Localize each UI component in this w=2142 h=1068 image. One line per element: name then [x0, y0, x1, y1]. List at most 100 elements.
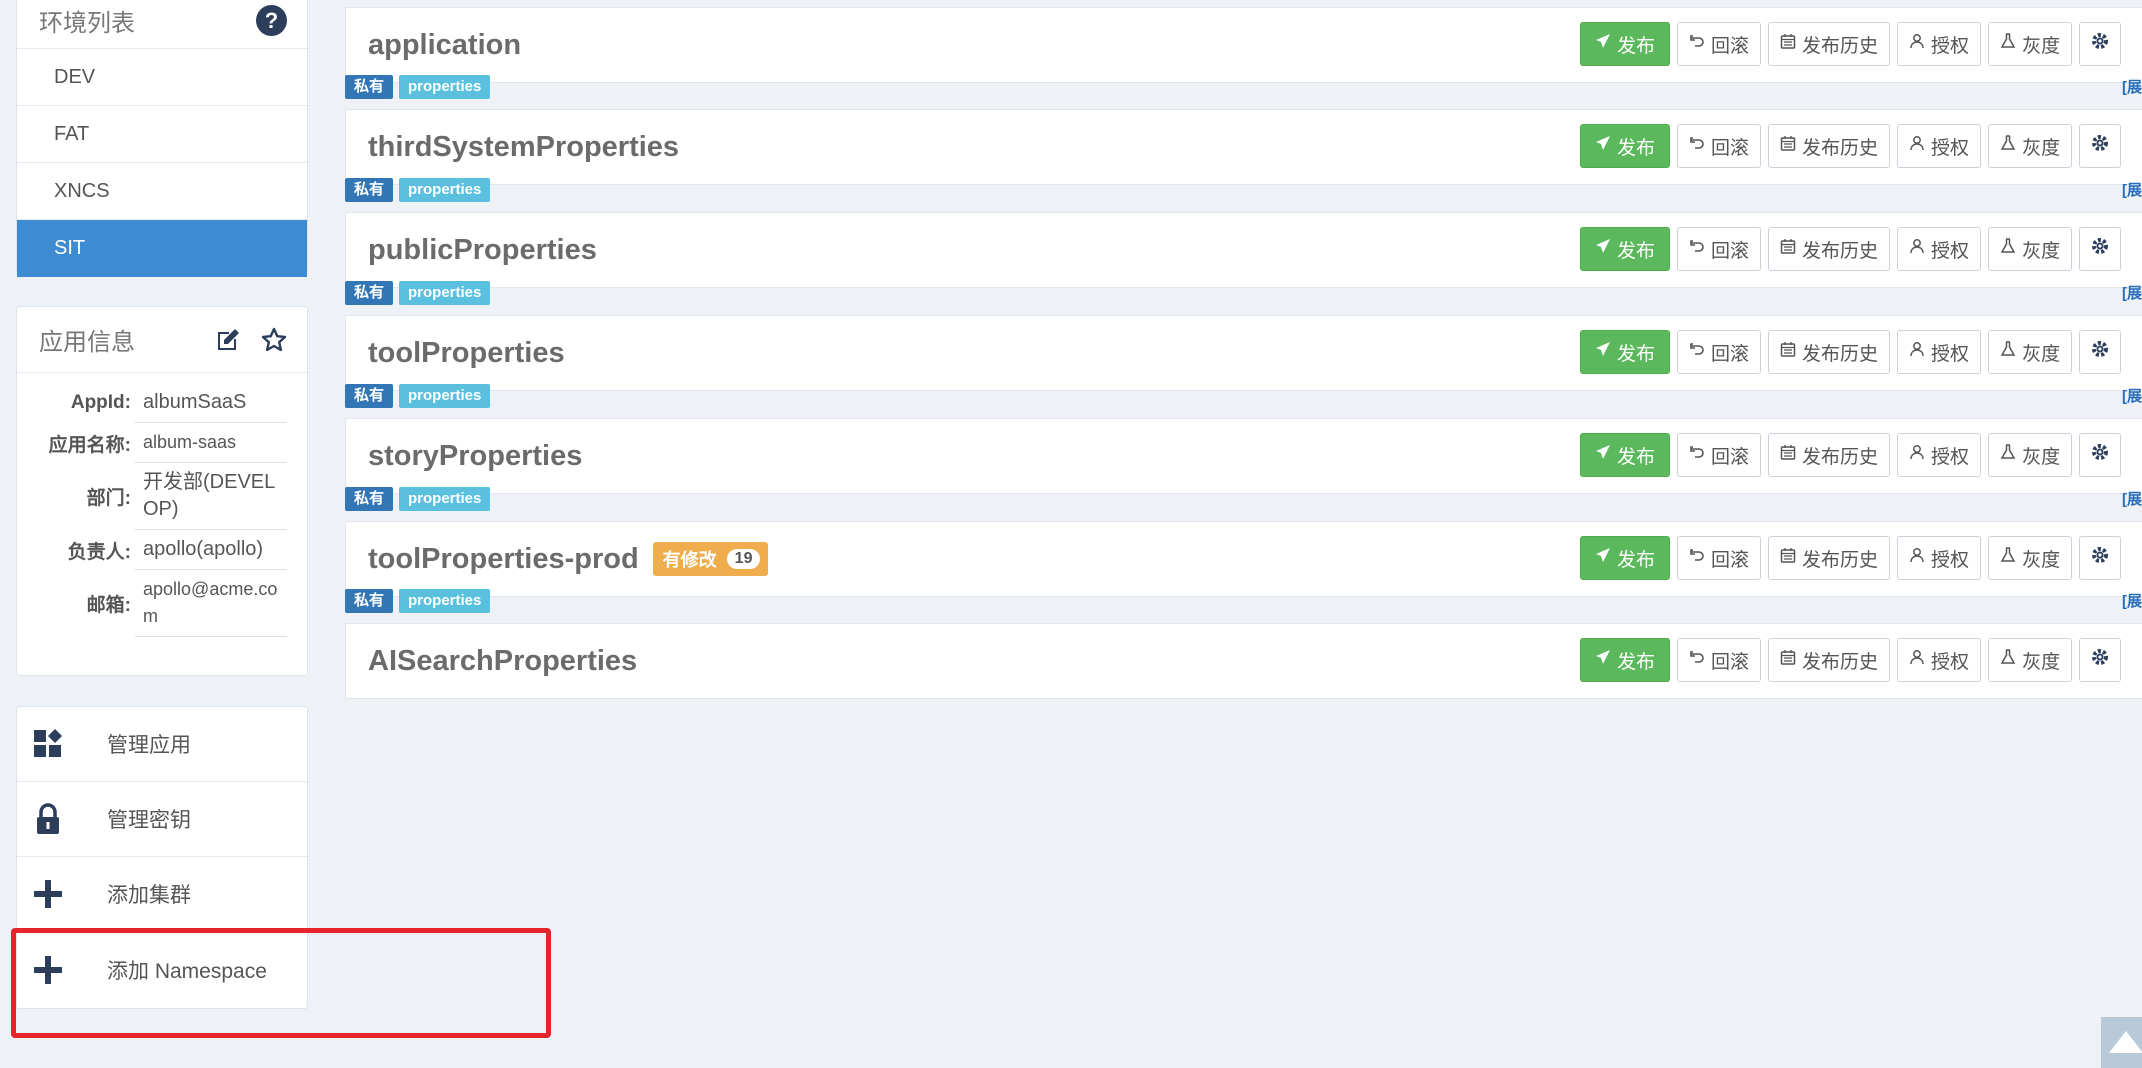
- gray-release-button[interactable]: 灰度: [1988, 124, 2073, 168]
- settings-button[interactable]: [2079, 638, 2122, 682]
- namespace-actions: 发布 回滚 发布历史 授权 灰度: [1580, 638, 2122, 682]
- rollback-button[interactable]: 回滚: [1677, 227, 1762, 271]
- rollback-button[interactable]: 回滚: [1677, 433, 1762, 477]
- publish-button[interactable]: 发布: [1580, 22, 1671, 66]
- settings-button[interactable]: [2079, 22, 2122, 66]
- flask-icon: [2000, 547, 2016, 569]
- release-history-button[interactable]: 发布历史: [1768, 536, 1891, 580]
- grant-button[interactable]: 授权: [1897, 638, 1982, 682]
- send-icon: [1595, 135, 1611, 157]
- star-icon[interactable]: [261, 327, 287, 353]
- settings-button[interactable]: [2079, 124, 2122, 168]
- rollback-label: 回滚: [1711, 137, 1750, 159]
- private-tag: 私有: [345, 75, 394, 99]
- gray-release-button[interactable]: 灰度: [1988, 638, 2073, 682]
- publish-label: 发布: [1617, 35, 1656, 57]
- rollback-label: 回滚: [1711, 35, 1750, 57]
- rollback-button[interactable]: 回滚: [1677, 638, 1762, 682]
- namespace-header: thirdSystemProperties 发布 回滚 发布历史 授权 灰度: [345, 109, 2142, 185]
- namespace-tags: 私有 properties [展: [345, 587, 2142, 615]
- release-history-button[interactable]: 发布历史: [1768, 330, 1891, 374]
- rollback-icon: [1689, 649, 1705, 671]
- namespace-header: toolProperties-prod 有修改 19 发布 回滚 发布历史 授权: [345, 521, 2142, 597]
- release-history-button[interactable]: 发布历史: [1768, 638, 1891, 682]
- grant-button[interactable]: 授权: [1897, 227, 1982, 271]
- send-icon: [1595, 341, 1611, 363]
- gray-release-button[interactable]: 灰度: [1988, 227, 2073, 271]
- private-tag: 私有: [345, 487, 394, 511]
- rollback-button[interactable]: 回滚: [1677, 330, 1762, 374]
- namespace-actions: 发布 回滚 发布历史 授权 灰度: [1580, 124, 2122, 168]
- info-row-appid: AppId: albumSaaS: [17, 383, 307, 423]
- gray-release-button[interactable]: 灰度: [1988, 330, 2073, 374]
- grant-label: 授权: [1931, 343, 1970, 365]
- info-label: 部门:: [86, 488, 131, 509]
- help-icon[interactable]: ?: [256, 5, 287, 36]
- publish-button[interactable]: 发布: [1580, 536, 1671, 580]
- add-cluster-button[interactable]: 添加集群: [17, 857, 307, 932]
- namespace-panel-toolProperties: 私有 properties [展 toolProperties 发布 回滚 发布…: [345, 279, 2142, 391]
- publish-button[interactable]: 发布: [1580, 433, 1671, 477]
- grant-button[interactable]: 授权: [1897, 536, 1982, 580]
- grant-button[interactable]: 授权: [1897, 22, 1982, 66]
- manage-app-button[interactable]: 管理应用: [17, 707, 307, 782]
- grant-button[interactable]: 授权: [1897, 433, 1982, 477]
- info-row-email: 邮箱: apollo@acme.com: [17, 570, 307, 637]
- rollback-icon: [1689, 444, 1705, 466]
- release-history-button[interactable]: 发布历史: [1768, 124, 1891, 168]
- grant-button[interactable]: 授权: [1897, 330, 1982, 374]
- gray-label: 灰度: [2022, 446, 2061, 468]
- env-item-dev[interactable]: DEV: [17, 49, 307, 106]
- expand-link[interactable]: [展: [2122, 76, 2142, 97]
- release-history-button[interactable]: 发布历史: [1768, 433, 1891, 477]
- add-namespace-button[interactable]: 添加 Namespace: [17, 932, 307, 1007]
- rollback-label: 回滚: [1711, 549, 1750, 571]
- settings-button[interactable]: [2079, 227, 2122, 271]
- grant-label: 授权: [1931, 240, 1970, 262]
- env-item-xncs[interactable]: XNCS: [17, 163, 307, 220]
- namespace-name: application: [368, 28, 522, 61]
- env-item-sit[interactable]: SIT: [17, 220, 307, 277]
- publish-button[interactable]: 发布: [1580, 124, 1671, 168]
- menu-label: 管理密钥: [107, 809, 191, 832]
- publish-label: 发布: [1617, 549, 1656, 571]
- publish-label: 发布: [1617, 240, 1656, 262]
- publish-button[interactable]: 发布: [1580, 227, 1671, 271]
- expand-link[interactable]: [展: [2122, 590, 2142, 611]
- namespace-tags: 私有 properties [展: [345, 485, 2142, 513]
- gray-release-button[interactable]: 灰度: [1988, 22, 2073, 66]
- gray-release-button[interactable]: 灰度: [1988, 536, 2073, 580]
- expand-link[interactable]: [展: [2122, 385, 2142, 406]
- publish-button[interactable]: 发布: [1580, 638, 1671, 682]
- env-item-label: SIT: [54, 237, 86, 259]
- settings-button[interactable]: [2079, 536, 2122, 580]
- gray-release-button[interactable]: 灰度: [1988, 433, 2073, 477]
- rollback-label: 回滚: [1711, 343, 1750, 365]
- app-info-header: 应用信息: [17, 307, 307, 373]
- history-label: 发布历史: [1802, 137, 1879, 159]
- namespace-header: publicProperties 发布 回滚 发布历史 授权 灰度: [345, 212, 2142, 288]
- namespace-tags: 私有 properties [展: [345, 73, 2142, 101]
- release-history-button[interactable]: 发布历史: [1768, 22, 1891, 66]
- env-item-fat[interactable]: FAT: [17, 106, 307, 163]
- info-row-app-name: 应用名称: album-saas: [17, 423, 307, 463]
- expand-link[interactable]: [展: [2122, 179, 2142, 200]
- gray-label: 灰度: [2022, 240, 2061, 262]
- rollback-button[interactable]: 回滚: [1677, 536, 1762, 580]
- scroll-to-top-button[interactable]: [2101, 1017, 2142, 1068]
- publish-button[interactable]: 发布: [1580, 330, 1671, 374]
- rollback-icon: [1689, 135, 1705, 157]
- settings-button[interactable]: [2079, 330, 2122, 374]
- settings-button[interactable]: [2079, 433, 2122, 477]
- expand-link[interactable]: [展: [2122, 488, 2142, 509]
- rollback-button[interactable]: 回滚: [1677, 22, 1762, 66]
- expand-link[interactable]: [展: [2122, 282, 2142, 303]
- release-history-button[interactable]: 发布历史: [1768, 227, 1891, 271]
- edit-icon[interactable]: [215, 327, 241, 353]
- rollback-icon: [1689, 33, 1705, 55]
- info-label: 应用名称:: [48, 434, 131, 456]
- arrow-up-icon: [2109, 1031, 2142, 1058]
- grant-button[interactable]: 授权: [1897, 124, 1982, 168]
- rollback-button[interactable]: 回滚: [1677, 124, 1762, 168]
- manage-secret-button[interactable]: 管理密钥: [17, 782, 307, 857]
